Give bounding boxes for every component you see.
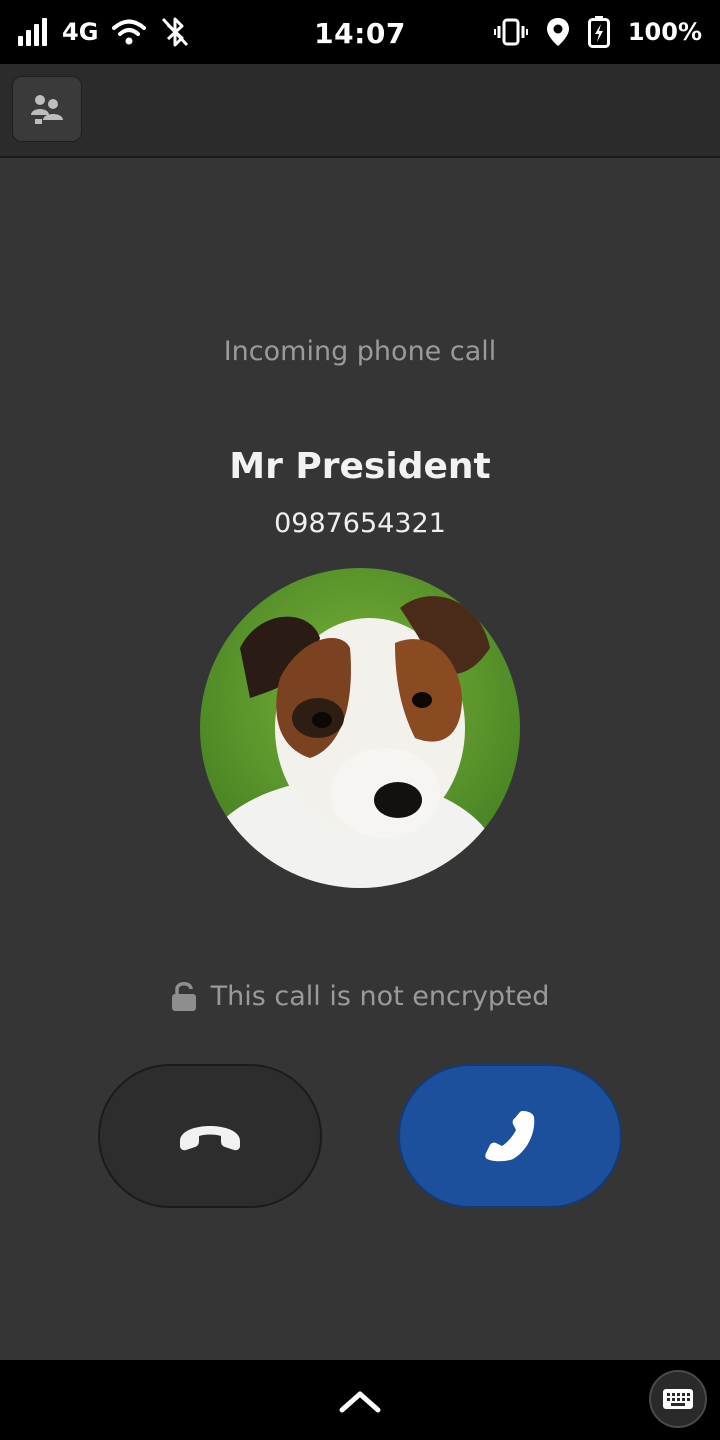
battery-charging-icon bbox=[587, 16, 610, 48]
status-right: 100% bbox=[493, 0, 702, 64]
contacts-button[interactable] bbox=[12, 76, 82, 142]
chevron-up-icon[interactable] bbox=[336, 1382, 384, 1418]
call-status: Incoming phone call bbox=[223, 336, 497, 367]
decline-button[interactable] bbox=[98, 1064, 322, 1208]
encryption-text: This call is not encrypted bbox=[210, 980, 550, 1012]
caller-avatar bbox=[200, 568, 520, 888]
keyboard-icon bbox=[662, 1388, 694, 1410]
caller-name: Mr President bbox=[229, 446, 491, 487]
encryption-notice: This call is not encrypted bbox=[0, 980, 720, 1012]
caller-number: 0987654321 bbox=[274, 508, 446, 539]
keyboard-button[interactable] bbox=[649, 1370, 707, 1428]
hangup-icon bbox=[177, 1119, 243, 1153]
vibrate-icon bbox=[493, 18, 528, 46]
lock-icon bbox=[171, 980, 197, 1012]
status-bar: 4G 14:07 100% bbox=[0, 0, 720, 64]
battery-percent: 100% bbox=[627, 18, 702, 46]
header-bar bbox=[0, 64, 720, 158]
bottom-bar bbox=[0, 1360, 720, 1440]
accept-button[interactable] bbox=[398, 1064, 622, 1208]
location-icon bbox=[546, 17, 570, 47]
contacts-icon bbox=[30, 93, 64, 125]
phone-icon bbox=[483, 1109, 537, 1163]
